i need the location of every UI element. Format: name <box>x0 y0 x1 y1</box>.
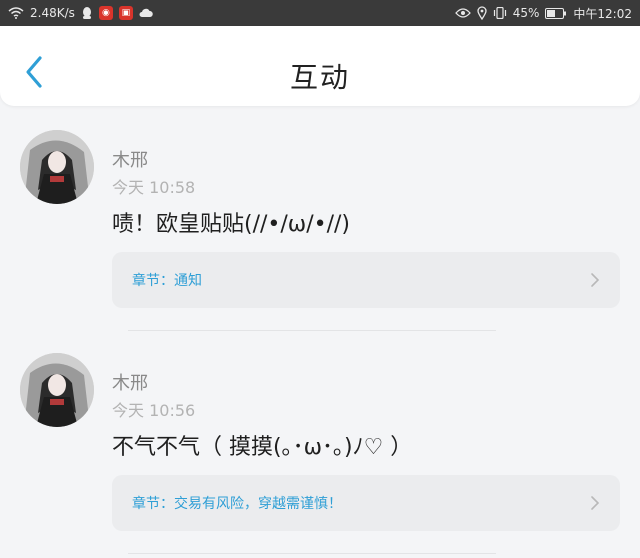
clock: 中午12:02 <box>573 6 632 21</box>
location-icon <box>477 6 487 20</box>
message-text: 啧！欧皇贴贴(//•/ω/•//) <box>112 212 351 237</box>
timestamp: 今天 10:58 <box>112 178 196 197</box>
avatar[interactable] <box>20 353 94 427</box>
cloud-icon <box>139 8 153 18</box>
eye-icon <box>454 8 471 18</box>
list-item: 木邢 今天 10:56 不气不气（ 摸摸(｡･ω･｡)ﾉ♡ ） 章节： 交易有风… <box>0 335 640 558</box>
avatar[interactable] <box>20 130 94 204</box>
chapter-label: 章节： <box>132 496 174 512</box>
chapter-link[interactable]: 章节： 通知 <box>112 252 620 308</box>
divider <box>128 330 496 331</box>
wifi-icon <box>8 7 24 19</box>
app-header: 互动 <box>0 26 640 106</box>
user-name[interactable]: 木邢 <box>112 146 148 172</box>
qq-icon <box>81 6 93 20</box>
user-name[interactable]: 木邢 <box>112 369 148 395</box>
chapter-title: 通知 <box>174 273 202 289</box>
chapter-title: 交易有风险，穿越需谨慎！ <box>174 496 342 512</box>
chapter-label: 章节： <box>132 273 174 289</box>
status-left: 2.48K/s ◉ ▣ <box>8 6 153 20</box>
timestamp: 今天 10:56 <box>112 401 196 420</box>
status-bar: 2.48K/s ◉ ▣ 45% 中午12:02 <box>0 0 640 26</box>
interaction-feed: 木邢 今天 10:58 啧！欧皇贴贴(//•/ω/•//) 章节： 通知 木邢 … <box>0 112 640 558</box>
list-item: 木邢 今天 10:58 啧！欧皇贴贴(//•/ω/•//) 章节： 通知 <box>0 112 640 335</box>
battery-percent: 45% <box>512 6 540 20</box>
divider <box>128 553 496 554</box>
news-app-icon: ▣ <box>118 6 133 20</box>
chevron-right-icon <box>591 273 600 287</box>
weibo-icon: ◉ <box>98 6 113 20</box>
net-speed: 2.48K/s <box>30 6 75 20</box>
battery-icon <box>545 7 567 19</box>
page-title: 互动 <box>289 61 350 94</box>
message-text: 不气不气（ 摸摸(｡･ω･｡)ﾉ♡ ） <box>112 435 413 460</box>
status-right: 45% 中午12:02 <box>454 5 632 22</box>
chapter-link[interactable]: 章节： 交易有风险，穿越需谨慎！ <box>112 475 620 531</box>
vibrate-icon <box>493 7 507 19</box>
chevron-right-icon <box>591 496 600 510</box>
